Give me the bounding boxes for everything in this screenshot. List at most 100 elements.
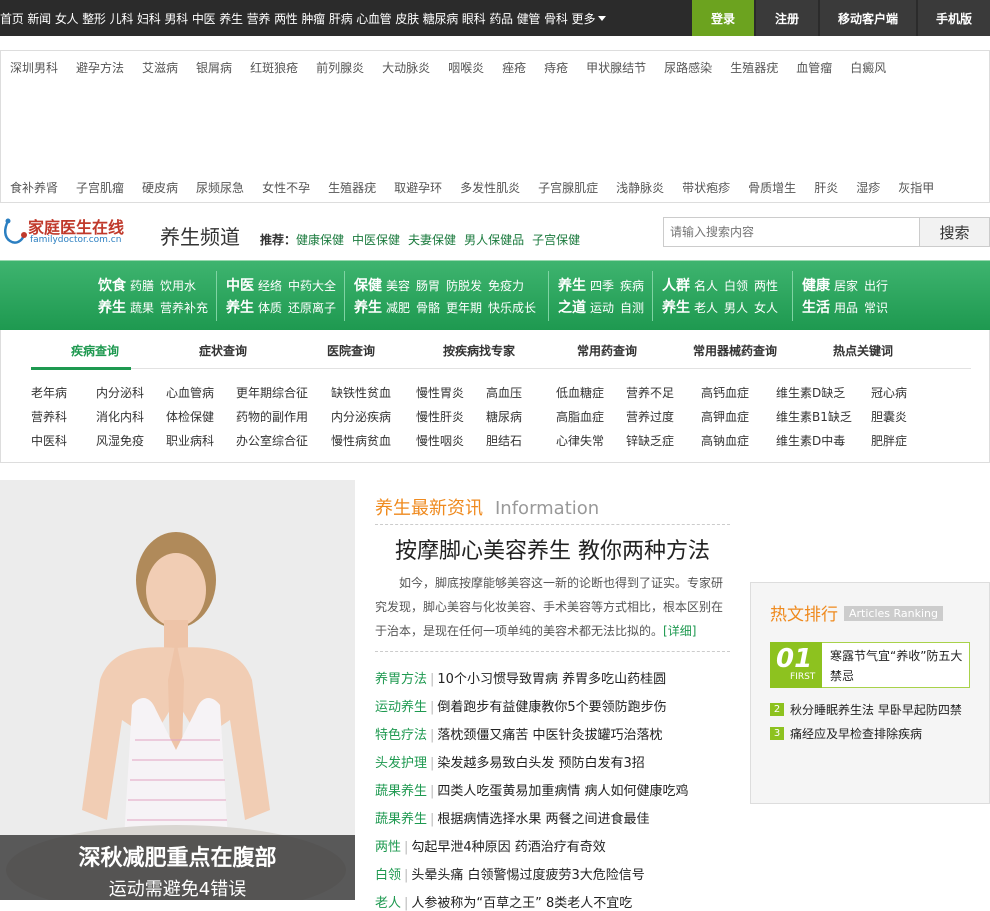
news-title[interactable]: 四类人吃蛋黄易加重病情 病人如何健康吃鸡 <box>437 784 688 799</box>
recommend-link[interactable]: 子宫保健 <box>532 233 580 247</box>
keyword-link[interactable]: 慢性胃炎 <box>416 384 464 401</box>
green-nav-link[interactable]: 用品 <box>834 301 858 315</box>
hot-item[interactable]: 3 痛经应及早检查排除疾病 <box>770 725 922 742</box>
keyword-link[interactable]: 高钙血症 <box>701 384 749 401</box>
disease-link[interactable]: 尿路感染 <box>664 59 712 76</box>
keyword-link[interactable]: 锌缺乏症 <box>626 432 674 449</box>
keyword-link[interactable]: 慢性肝炎 <box>416 408 464 425</box>
news-title[interactable]: 染发越多易致白头发 预防白发有3招 <box>437 756 644 771</box>
disease-link[interactable]: 湿疹 <box>856 179 880 196</box>
keyword-link[interactable]: 营养过度 <box>626 408 674 425</box>
topnav-item[interactable]: 糖尿病 <box>423 10 458 27</box>
topnav-item[interactable]: 妇科 <box>137 10 161 27</box>
disease-link[interactable]: 浅静脉炎 <box>616 179 664 196</box>
news-item[interactable]: 特色疗法 | 落枕颈僵又痛苦 中医针灸拔罐巧治落枕 <box>375 724 663 743</box>
disease-link[interactable]: 取避孕环 <box>394 179 442 196</box>
tab-3[interactable]: 按疾病找专家 <box>443 342 515 359</box>
hot-item[interactable]: 2 秋分睡眠养生法 早卧早起防四禁 <box>770 701 962 718</box>
green-nav-link[interactable]: 快乐成长 <box>488 301 536 315</box>
recommend-link[interactable]: 男人保健品 <box>464 233 524 247</box>
keyword-link[interactable]: 风湿免疫 <box>96 432 144 449</box>
tab-1[interactable]: 症状查询 <box>199 342 247 359</box>
green-nav-link[interactable]: 男人 <box>724 301 748 315</box>
green-nav-link[interactable]: 免疫力 <box>488 279 524 293</box>
disease-link[interactable]: 灰指甲 <box>898 179 934 196</box>
topnav-item[interactable]: 皮肤 <box>395 10 419 27</box>
green-nav-link[interactable]: 体质 <box>258 301 282 315</box>
keyword-link[interactable]: 胆结石 <box>486 432 522 449</box>
keyword-link[interactable]: 体检保健 <box>166 408 214 425</box>
disease-link[interactable]: 甲状腺结节 <box>586 59 646 76</box>
news-category[interactable]: 运动养生 <box>375 700 427 715</box>
news-title[interactable]: 头晕头痛 白领警惕过度疲劳3大危险信号 <box>411 868 644 883</box>
disease-link[interactable]: 避孕方法 <box>76 59 124 76</box>
recommend-link[interactable]: 中医保健 <box>352 233 400 247</box>
topnav-item[interactable]: 两性 <box>274 10 298 27</box>
green-nav-link[interactable]: 防脱发 <box>446 279 482 293</box>
disease-link[interactable]: 肝炎 <box>814 179 838 196</box>
disease-link[interactable]: 子宫腺肌症 <box>538 179 598 196</box>
news-title[interactable]: 倒着跑步有益健康教你5个要领防跑步伤 <box>437 700 666 715</box>
keyword-link[interactable]: 缺铁性贫血 <box>331 384 391 401</box>
keyword-link[interactable]: 高钾血症 <box>701 408 749 425</box>
keyword-link[interactable]: 中医科 <box>31 432 67 449</box>
hero-subtitle[interactable]: 运动需避免4错误 <box>0 875 355 901</box>
topnav-item[interactable]: 营养 <box>247 10 271 27</box>
disease-link[interactable]: 血管瘤 <box>796 59 832 76</box>
register-button[interactable]: 注册 <box>756 0 818 36</box>
disease-link[interactable]: 带状疱疹 <box>682 179 730 196</box>
news-item[interactable]: 运动养生 | 倒着跑步有益健康教你5个要领防跑步伤 <box>375 696 667 715</box>
mobile-version-button[interactable]: 手机版 <box>918 0 990 36</box>
green-nav-link[interactable]: 经络 <box>258 279 282 293</box>
disease-link[interactable]: 生殖器疣 <box>730 59 778 76</box>
disease-link[interactable]: 尿频尿急 <box>196 179 244 196</box>
news-item[interactable]: 头发护理 | 染发越多易致白头发 预防白发有3招 <box>375 752 645 771</box>
keyword-link[interactable]: 高血压 <box>486 384 522 401</box>
green-nav-link[interactable]: 肠胃 <box>416 279 440 293</box>
green-nav-link[interactable]: 药膳 <box>130 279 154 293</box>
green-nav-link[interactable]: 更年期 <box>446 301 482 315</box>
keyword-link[interactable]: 冠心病 <box>871 384 907 401</box>
tab-6[interactable]: 热点关键词 <box>833 342 893 359</box>
keyword-link[interactable]: 营养不足 <box>626 384 674 401</box>
disease-link[interactable]: 骨质增生 <box>748 179 796 196</box>
topnav-item[interactable]: 养生 <box>219 10 243 27</box>
news-title[interactable]: 10个小习惯导致胃病 养胃多吃山药桂圆 <box>437 672 666 687</box>
green-nav-link[interactable]: 白领 <box>724 279 748 293</box>
keyword-link[interactable]: 消化内科 <box>96 408 144 425</box>
keyword-link[interactable]: 糖尿病 <box>486 408 522 425</box>
disease-link[interactable]: 生殖器疣 <box>328 179 376 196</box>
topnav-item[interactable]: 儿科 <box>110 10 134 27</box>
topnav-item[interactable]: 心血管 <box>356 10 391 27</box>
disease-link[interactable]: 咽喉炎 <box>448 59 484 76</box>
disease-link[interactable]: 痤疮 <box>502 59 526 76</box>
topnav-item[interactable]: 药品 <box>489 10 513 27</box>
keyword-link[interactable]: 办公室综合征 <box>236 432 308 449</box>
disease-link[interactable]: 多发性肌炎 <box>460 179 520 196</box>
green-nav-link[interactable]: 疾病 <box>620 279 644 293</box>
news-title[interactable]: 勾起早泄4种原因 药酒治疗有奇效 <box>411 840 605 855</box>
keyword-link[interactable]: 心血管病 <box>166 384 214 401</box>
keyword-link[interactable]: 营养科 <box>31 408 67 425</box>
green-nav-link[interactable]: 名人 <box>694 279 718 293</box>
green-nav-link[interactable]: 常识 <box>864 301 888 315</box>
disease-link[interactable]: 食补养肾 <box>10 179 58 196</box>
news-title[interactable]: 根据病情选择水果 两餐之间进食最佳 <box>437 812 649 827</box>
topnav-item[interactable]: 新闻 <box>27 10 51 27</box>
news-title[interactable]: 人参被称为“百草之王” 8类老人不宜吃 <box>411 896 632 911</box>
news-item[interactable]: 养胃方法 | 10个小习惯导致胃病 养胃多吃山药桂圆 <box>375 668 666 687</box>
tab-2[interactable]: 医院查询 <box>327 342 375 359</box>
keyword-link[interactable]: 心律失常 <box>556 432 604 449</box>
topnav-item[interactable]: 女人 <box>55 10 79 27</box>
keyword-link[interactable]: 肥胖症 <box>871 432 907 449</box>
tab-0[interactable]: 疾病查询 <box>71 342 119 359</box>
tab-5[interactable]: 常用器械药查询 <box>693 342 777 359</box>
keyword-link[interactable]: 维生素D中毒 <box>776 432 845 449</box>
keyword-link[interactable]: 慢性咽炎 <box>416 432 464 449</box>
green-nav-link[interactable]: 四季 <box>590 279 614 293</box>
green-nav-link[interactable]: 营养补充 <box>160 301 208 315</box>
search-button[interactable]: 搜索 <box>919 217 990 247</box>
news-category[interactable]: 蔬果养生 <box>375 784 427 799</box>
disease-link[interactable]: 痔疮 <box>544 59 568 76</box>
news-category[interactable]: 养胃方法 <box>375 672 427 687</box>
